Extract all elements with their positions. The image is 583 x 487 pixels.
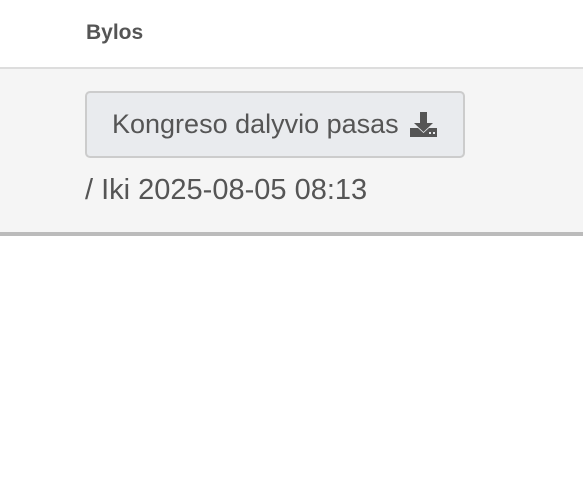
files-header-label: Bylos	[86, 20, 144, 44]
files-panel: Bylos Kongreso dalyvio pasas / Iki 2025-…	[0, 0, 583, 487]
file-row: Kongreso dalyvio pasas / Iki 2025-08-05 …	[0, 69, 583, 236]
download-icon	[409, 111, 438, 138]
expiry-date-text: / Iki 2025-08-05 08:13	[85, 174, 368, 206]
download-file-label: Kongreso dalyvio pasas	[112, 109, 399, 139]
download-file-button[interactable]: Kongreso dalyvio pasas	[85, 91, 465, 158]
files-header: Bylos	[0, 0, 583, 69]
